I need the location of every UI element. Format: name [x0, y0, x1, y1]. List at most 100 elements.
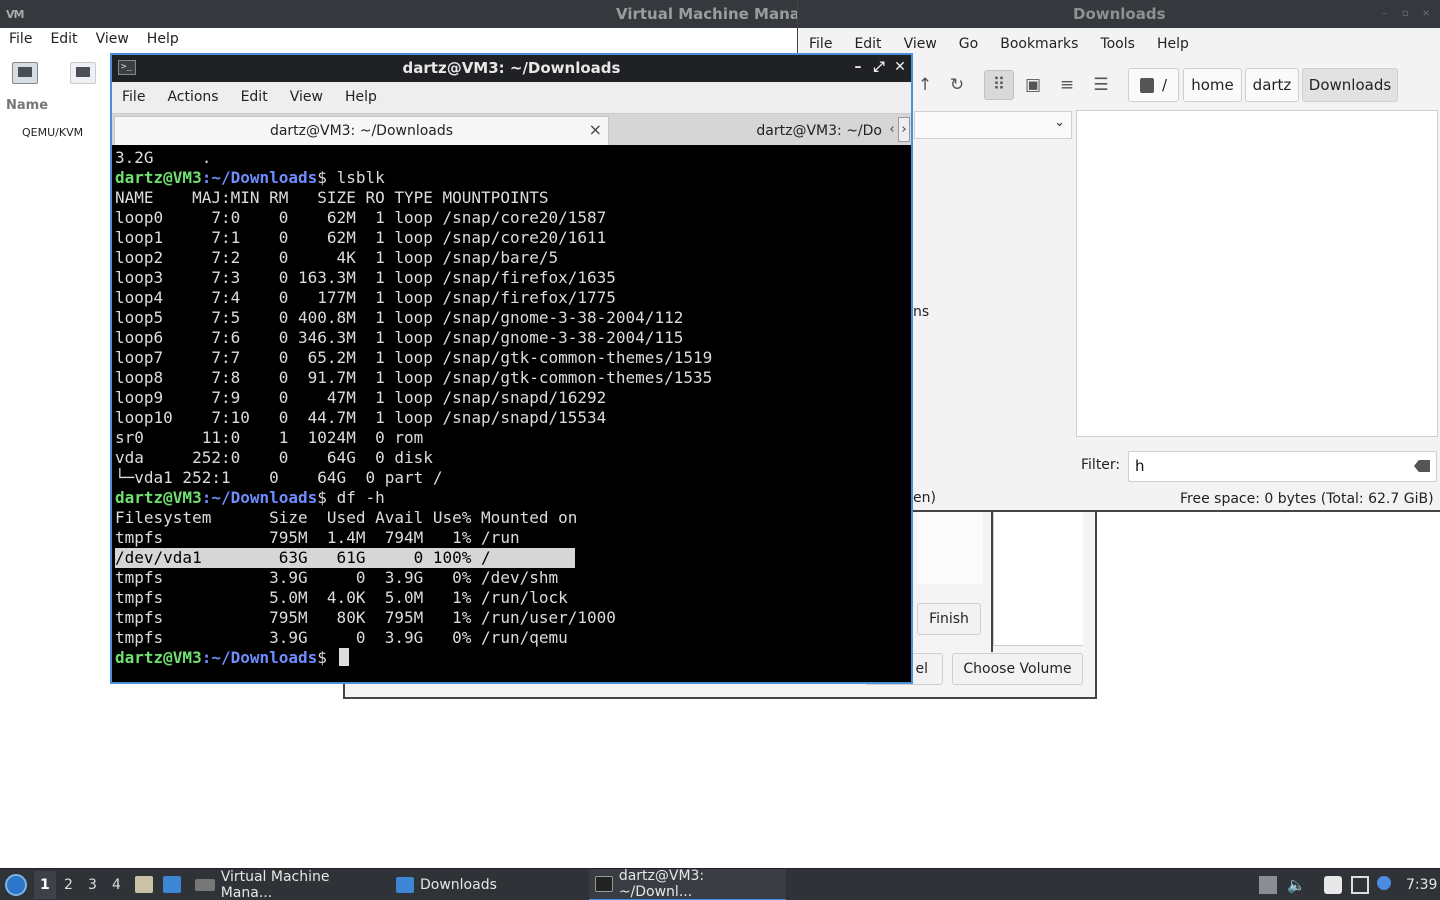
fm-menu-help[interactable]: Help [1146, 30, 1200, 58]
update-notifier-icon[interactable] [1377, 876, 1391, 890]
terminal-line: loop9 7:9 0 47M 1 loop /snap/snapd/16292 [115, 388, 712, 408]
terminal-line: loop10 7:10 0 44.7M 1 loop /snap/snapd/1… [115, 408, 712, 428]
vmm-menu-help[interactable]: Help [138, 28, 188, 52]
terminal-line: dartz@VM3:~/Downloads$ [115, 648, 712, 668]
up-arrow-icon[interactable]: ↑ [910, 70, 940, 100]
close-tab-icon[interactable]: × [589, 120, 602, 139]
terminal-line: NAME MAJ:MIN RM SIZE RO TYPE MOUNTPOINTS [115, 188, 712, 208]
finish-button[interactable]: Finish [917, 603, 981, 635]
clear-filter-icon[interactable] [1414, 460, 1430, 472]
minimize-icon[interactable]: – [1382, 8, 1392, 19]
maximize-icon[interactable]: ▫ [1402, 8, 1412, 19]
clipboard-icon[interactable] [1324, 876, 1342, 894]
tray-app-icon[interactable] [1259, 876, 1277, 894]
thumbnail-view-icon[interactable]: ▣ [1018, 70, 1048, 100]
start-menu-icon[interactable] [5, 874, 27, 896]
terminal-line-text: loop2 7:2 0 4K 1 loop /snap/bare/5 [115, 248, 559, 267]
terminal-line-text: loop8 7:8 0 91.7M 1 loop /snap/gtk-commo… [115, 368, 713, 387]
prompt-user: dartz@VM3 [115, 488, 202, 507]
terminal-line: /dev/vda1 63G 61G 0 100% / [115, 548, 712, 568]
compact-view-icon[interactable]: ≡ [1052, 70, 1082, 100]
new-vm-icon[interactable] [12, 62, 38, 84]
close-icon[interactable]: ✕ [893, 59, 907, 75]
terminal-line-text: tmpfs 795M 1.4M 794M 1% /run [115, 528, 520, 547]
terminal-tab-1[interactable]: dartz@VM3: ~/Downloads × [114, 116, 609, 145]
fm-menu-go[interactable]: Go [948, 30, 989, 58]
terminal-line: loop1 7:1 0 62M 1 loop /snap/core20/1611 [115, 228, 712, 248]
terminal-line-text: loop4 7:4 0 177M 1 loop /snap/firefox/17… [115, 288, 616, 307]
close-icon[interactable]: × [1422, 8, 1432, 19]
terminal-line: 3.2G . [115, 148, 712, 168]
terminal-icon [595, 876, 613, 892]
terminal-line: loop2 7:2 0 4K 1 loop /snap/bare/5 [115, 248, 712, 268]
fm-titlebar[interactable]: Downloads – ▫ × [798, 0, 1440, 28]
vmm-menu-view[interactable]: View [87, 28, 138, 52]
terminal-menu-actions[interactable]: Actions [157, 82, 230, 112]
terminal-menu-help[interactable]: Help [335, 82, 389, 112]
terminal-line: dartz@VM3:~/Downloads$ df -h [115, 488, 712, 508]
maximize-icon[interactable]: ⤢ [872, 59, 886, 75]
vmm-menu-edit[interactable]: Edit [41, 28, 86, 52]
choose-volume-button[interactable]: Choose Volume [952, 653, 1083, 685]
breadcrumb-dartz[interactable]: dartz [1245, 68, 1299, 102]
open-console-icon[interactable] [70, 62, 96, 84]
terminal-menu-file[interactable]: File [112, 82, 157, 112]
terminal-line-text: loop10 7:10 0 44.7M 1 loop /snap/snapd/1… [115, 408, 607, 427]
workspace-2[interactable]: 2 [64, 877, 73, 893]
vmm-column-header-name[interactable]: Name [6, 98, 48, 113]
terminal-line: loop5 7:5 0 400.8M 1 loop /snap/gnome-3-… [115, 308, 712, 328]
breadcrumb-root[interactable]: / [1128, 68, 1179, 102]
vmm-connection-item[interactable]: QEMU/KVM [22, 126, 83, 139]
fm-menu-bookmarks[interactable]: Bookmarks [989, 30, 1089, 58]
breadcrumb-home[interactable]: home [1183, 68, 1242, 102]
vmm-menubar: File Edit View Help [0, 28, 188, 52]
dialog-pane [917, 512, 983, 584]
volume-icon[interactable]: 🔈 [1287, 876, 1306, 894]
vmm-icon [195, 879, 215, 891]
terminal-tab-2[interactable]: dartz@VM3: ~/Do [612, 116, 884, 145]
fm-file-view[interactable] [1076, 110, 1438, 437]
filter-value: h [1135, 457, 1145, 475]
terminal-output[interactable]: 3.2G . dartz@VM3:~/Downloads$ lsblk NAME M… [112, 145, 911, 682]
breadcrumb-downloads[interactable]: Downloads [1302, 68, 1398, 102]
fm-menu-tools[interactable]: Tools [1089, 30, 1146, 58]
detailed-list-view-icon[interactable]: ☰ [1086, 70, 1116, 100]
clock[interactable]: 7:39 [1406, 877, 1437, 893]
terminal-line: vda 252:0 0 64G 0 disk [115, 448, 712, 468]
task-terminal[interactable]: dartz@VM3: ~/Downl... [589, 868, 786, 900]
workspace-4[interactable]: 4 [112, 877, 121, 893]
workspace-1[interactable]: 1 [40, 877, 50, 893]
filter-label: Filter: [1081, 457, 1121, 473]
terminal-line: loop0 7:0 0 62M 1 loop /snap/core20/1587 [115, 208, 712, 228]
terminal-titlebar[interactable]: >_ dartz@VM3: ~/Downloads – ⤢ ✕ [112, 55, 911, 82]
minimize-icon[interactable]: – [851, 59, 865, 75]
prompt-path: :~/Downloads [201, 168, 318, 187]
taskbar: 1 2 3 4 Virtual Machine Mana... Download… [0, 868, 1440, 900]
show-desktop-icon[interactable] [163, 876, 181, 893]
vmm-menu-file[interactable]: File [0, 28, 41, 52]
tab-scroll-right-icon[interactable]: › [898, 117, 910, 142]
terminal-menu-view[interactable]: View [280, 82, 335, 112]
icon-view-icon[interactable]: ⠿ [984, 70, 1014, 100]
terminal-line-text: tmpfs 3.9G 0 3.9G 0% /run/qemu [115, 628, 568, 647]
dialog-side-panel [993, 502, 1083, 646]
selected-text: /dev/vda1 63G 61G 0 100% / [115, 548, 575, 568]
terminal-tab-2-label: dartz@VM3: ~/Do [756, 122, 882, 139]
filter-input[interactable]: h [1128, 451, 1437, 482]
fm-side-pane-selector[interactable]: ⌄ [914, 111, 1072, 139]
task-terminal-label: dartz@VM3: ~/Downl... [618, 868, 705, 900]
terminal-line: dartz@VM3:~/Downloads$ lsblk [115, 168, 712, 188]
network-icon[interactable] [1351, 876, 1369, 894]
file-manager-launcher-icon[interactable] [135, 876, 153, 893]
terminal-line-text: loop0 7:0 0 62M 1 loop /snap/core20/1587 [115, 208, 607, 227]
terminal-line: └─vda1 252:1 0 64G 0 part / [115, 468, 712, 488]
task-downloads[interactable]: Downloads [390, 869, 590, 900]
prompt-path: :~/Downloads [201, 648, 318, 667]
prompt-command: $ [317, 648, 337, 667]
tab-scroll-left-icon[interactable]: ‹ [886, 117, 898, 142]
terminal-line-text: tmpfs 5.0M 4.0K 5.0M 1% /run/lock [115, 588, 568, 607]
reload-icon[interactable]: ↻ [942, 70, 972, 100]
workspace-3[interactable]: 3 [88, 877, 97, 893]
task-vmm[interactable]: Virtual Machine Mana... [189, 869, 389, 900]
terminal-menu-edit[interactable]: Edit [231, 82, 280, 112]
